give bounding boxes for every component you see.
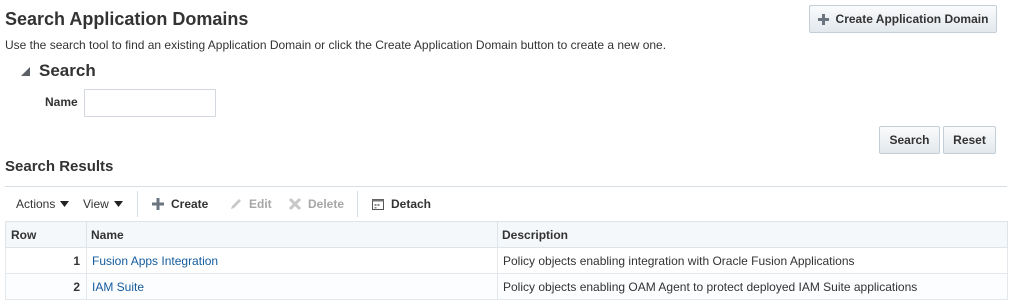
search-section-title: Search xyxy=(39,61,96,80)
actions-menu[interactable]: Actions xyxy=(16,187,70,221)
table-row[interactable]: 2 IAM Suite Policy objects enabling OAM … xyxy=(5,273,1008,300)
create-application-domain-label: Create Application Domain xyxy=(835,12,989,26)
table-header-row: Row Name Description xyxy=(5,221,1008,248)
toolbar-separator xyxy=(137,191,138,217)
reset-button[interactable]: Reset xyxy=(943,126,996,154)
delete-x-icon xyxy=(288,197,302,211)
page-title: Search Application Domains xyxy=(5,9,249,29)
create-button[interactable]: Create xyxy=(151,187,208,221)
search-results-title: Search Results xyxy=(5,158,114,175)
edit-button-label: Edit xyxy=(249,197,272,211)
results-toolbar: Actions View Create Edit Delete Detach xyxy=(5,186,1007,220)
dropdown-triangle-icon xyxy=(113,201,123,207)
detach-button-label: Detach xyxy=(391,197,432,211)
page-description: Use the search tool to find an existing … xyxy=(5,38,667,52)
view-menu[interactable]: View xyxy=(83,187,123,221)
name-label: Name xyxy=(45,95,78,109)
column-header-name[interactable]: Name xyxy=(86,221,498,248)
results-table: Row Name Description 1 Fusion Apps Integ… xyxy=(5,221,1008,300)
plus-icon xyxy=(817,13,829,25)
domain-link-iam-suite[interactable]: IAM Suite xyxy=(92,280,144,294)
delete-button-label: Delete xyxy=(308,197,345,211)
dropdown-triangle-icon xyxy=(60,201,70,207)
search-button[interactable]: Search xyxy=(879,126,940,154)
row-number-cell: 1 xyxy=(5,247,87,274)
description-cell: Policy objects enabling OAM Agent to pro… xyxy=(497,273,1008,300)
search-section-header[interactable]: Search xyxy=(20,61,96,81)
plus-icon xyxy=(152,198,164,210)
name-input[interactable] xyxy=(84,89,216,117)
detach-icon xyxy=(372,199,384,210)
name-cell: Fusion Apps Integration xyxy=(86,247,498,274)
table-row[interactable]: 1 Fusion Apps Integration Policy objects… xyxy=(5,247,1008,274)
create-button-label: Create xyxy=(171,197,209,211)
column-header-description[interactable]: Description xyxy=(497,221,1008,248)
create-application-domain-button[interactable]: Create Application Domain xyxy=(809,5,997,33)
domain-link-fusion-apps-integration[interactable]: Fusion Apps Integration xyxy=(92,254,218,268)
delete-button[interactable]: Delete xyxy=(288,187,344,221)
actions-menu-label: Actions xyxy=(16,197,56,211)
column-header-row[interactable]: Row xyxy=(5,221,87,248)
pencil-icon xyxy=(231,199,241,209)
name-cell: IAM Suite xyxy=(86,273,498,300)
disclose-triangle-icon[interactable] xyxy=(20,66,31,77)
edit-button[interactable]: Edit xyxy=(229,187,272,221)
toolbar-separator xyxy=(357,191,358,217)
view-menu-label: View xyxy=(83,197,109,211)
description-cell: Policy objects enabling integration with… xyxy=(497,247,1008,274)
detach-button[interactable]: Detach xyxy=(371,187,431,221)
row-number-cell: 2 xyxy=(5,273,87,300)
